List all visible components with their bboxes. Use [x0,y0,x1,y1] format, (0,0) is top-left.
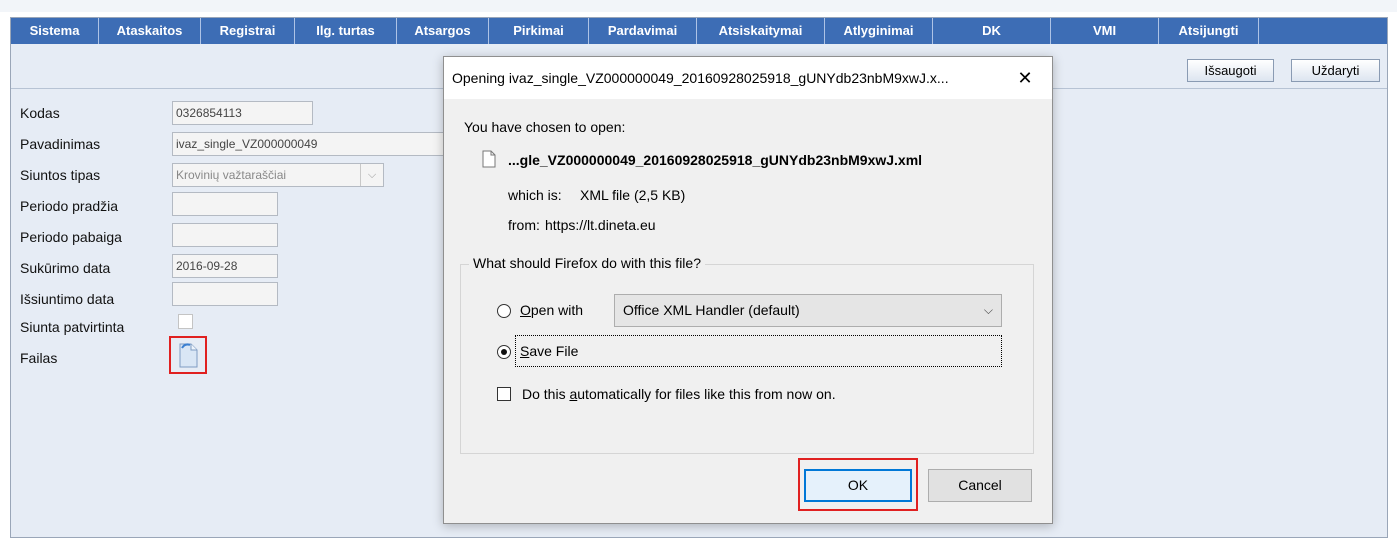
menu-bar: Sistema Ataskaitos Registrai Ilg. turtas… [11,18,1387,44]
action-question: What should Firefox do with this file? [469,255,705,271]
sukurimo-data-label: Sukūrimo data [20,260,111,276]
file-name: ...gle_VZ000000049_20160928025918_gUNYdb… [508,152,923,168]
top-strip [0,0,1397,12]
file-download-button[interactable] [169,336,207,374]
periodo-pabaiga-label: Periodo pabaiga [20,229,122,245]
from-value: https://lt.dineta.eu [545,217,656,233]
save-file-label[interactable]: Save File [520,343,578,359]
menu-sistema[interactable]: Sistema [11,18,99,44]
menu-atsargos[interactable]: Atsargos [397,18,489,44]
sukurimo-data-field[interactable]: 2016-09-28 [172,254,278,278]
handler-select[interactable]: Office XML Handler (default) ⌵ [614,294,1002,327]
from-label: from: [508,217,540,233]
menu-dk[interactable]: DK [933,18,1051,44]
menu-registrai[interactable]: Registrai [201,18,295,44]
cancel-button[interactable]: Cancel [928,469,1032,502]
open-with-radio[interactable] [497,304,511,318]
menu-pirkimai[interactable]: Pirkimai [489,18,589,44]
issiuntimo-data-label: Išsiuntimo data [20,291,115,307]
pavadinimas-field[interactable]: ivaz_single_VZ000000049 [172,132,444,156]
menu-atlyginimai[interactable]: Atlyginimai [825,18,933,44]
menu-atsiskaitymai[interactable]: Atsiskaitymai [697,18,825,44]
which-is-label: which is: [508,187,562,203]
kodas-field[interactable]: 0326854113 [172,101,313,125]
kodas-label: Kodas [20,105,60,121]
siunta-patvirtinta-checkbox[interactable] [178,314,193,329]
failas-label: Failas [20,350,58,366]
siuntos-tipas-select[interactable]: Krovinių važtaraščiai ⌵ [172,163,384,187]
open-with-label[interactable]: Open with [520,302,583,318]
periodo-pabaiga-field[interactable] [172,223,278,247]
menu-ataskaitos[interactable]: Ataskaitos [99,18,201,44]
periodo-pradzia-field[interactable] [172,192,278,216]
pavadinimas-label: Pavadinimas [20,136,101,152]
file-icon [179,343,198,368]
save-file-focus [515,335,1002,367]
save-button[interactable]: Išsaugoti [1187,59,1274,82]
download-dialog: Opening ivaz_single_VZ000000049_20160928… [443,56,1053,524]
siunta-patvirtinta-label: Siunta patvirtinta [20,319,125,335]
menu-ilg-turtas[interactable]: Ilg. turtas [295,18,397,44]
menu-vmi[interactable]: VMI [1051,18,1159,44]
ok-button[interactable]: OK [804,469,912,502]
periodo-pradzia-label: Periodo pradžia [20,198,119,214]
siuntos-tipas-label: Siuntos tipas [20,167,101,183]
file-type-value: XML file (2,5 KB) [580,187,686,203]
issiuntimo-data-field[interactable] [172,282,278,306]
handler-value: Office XML Handler (default) [623,302,800,318]
auto-label[interactable]: Do this automatically for files like thi… [522,386,836,402]
siuntos-tipas-value: Krovinių važtaraščiai [176,168,287,182]
document-icon [482,150,496,168]
chevron-down-icon: ⌵ [360,164,383,186]
chosen-text: You have chosen to open: [464,119,626,135]
dialog-title-bar: Opening ivaz_single_VZ000000049_20160928… [444,57,1052,99]
chevron-down-icon: ⌵ [983,303,993,317]
auto-checkbox[interactable] [497,387,511,401]
dialog-title: Opening ivaz_single_VZ000000049_20160928… [452,70,949,86]
menu-atsijungti[interactable]: Atsijungti [1159,18,1259,44]
close-icon[interactable]: ✕ [1012,65,1038,91]
close-button[interactable]: Uždaryti [1291,59,1380,82]
menu-pardavimai[interactable]: Pardavimai [589,18,697,44]
save-file-radio[interactable] [497,345,511,359]
